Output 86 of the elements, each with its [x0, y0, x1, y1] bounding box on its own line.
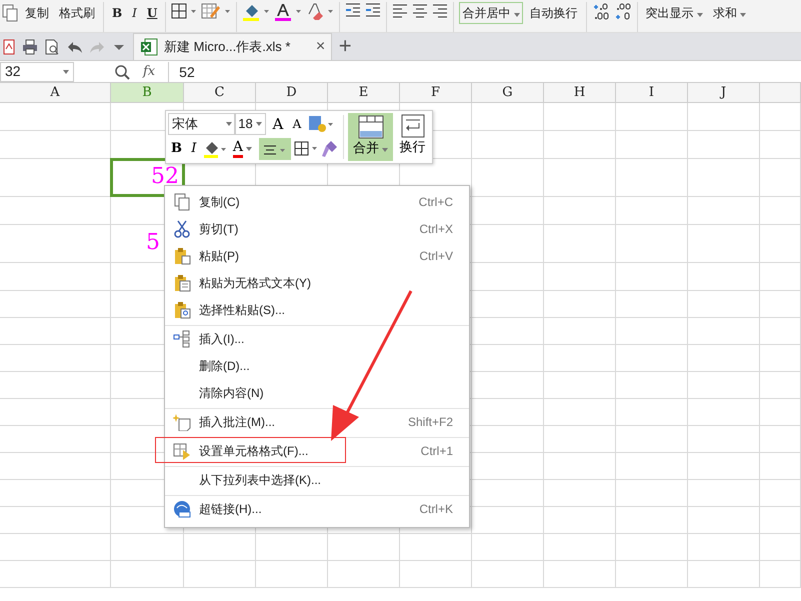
border-icon[interactable]	[171, 2, 198, 20]
shrink-font-button[interactable]: A	[290, 113, 304, 135]
scissors-icon	[173, 220, 191, 238]
column-header[interactable]: F	[400, 83, 472, 102]
print-icon[interactable]	[22, 38, 38, 54]
undo-icon[interactable]	[66, 40, 83, 54]
decrease-decimal-icon[interactable]	[614, 2, 632, 22]
italic-button[interactable]: I	[129, 2, 140, 24]
print-preview-icon[interactable]	[44, 38, 60, 54]
copy-icon	[173, 192, 191, 210]
wrap-text-icon	[400, 114, 425, 138]
increase-decimal-icon[interactable]	[592, 2, 610, 22]
decrease-indent-icon[interactable]	[345, 2, 362, 18]
clear-format-icon[interactable]	[306, 2, 334, 22]
clipboard-icon	[173, 274, 191, 292]
copy-icon[interactable]	[2, 4, 18, 22]
spreadsheet-icon	[140, 38, 158, 56]
close-button[interactable]: ×	[316, 35, 326, 59]
table-style-icon[interactable]	[201, 2, 232, 20]
column-header[interactable]: C	[184, 83, 256, 102]
highlight-button[interactable]: 突出显示	[642, 2, 706, 24]
merge-button[interactable]: 合并	[348, 113, 394, 161]
fill-color-icon[interactable]	[242, 2, 270, 22]
zoom-icon[interactable]	[114, 64, 130, 80]
menu-item[interactable]: 从下拉列表中选择(K)...	[165, 466, 469, 493]
copy-button[interactable]: 复制	[22, 2, 52, 24]
grow-font-button[interactable]: A	[270, 113, 286, 135]
tab-title: 新建 Micro...作表.xls *	[164, 38, 290, 56]
shortcut-label: Ctrl+X	[419, 220, 453, 238]
italic-button[interactable]: I	[188, 138, 200, 160]
menu-item[interactable]: 选择性粘贴(S)...	[165, 296, 469, 323]
column-header[interactable]: E	[328, 83, 400, 102]
cell-style-icon[interactable]	[308, 115, 334, 133]
document-tab[interactable]: 新建 Micro...作表.xls * ×	[133, 33, 332, 60]
underline-button[interactable]: U	[144, 2, 160, 24]
cell-format-icon	[173, 442, 191, 460]
menu-item[interactable]: 超链接(H)... Ctrl+K	[165, 495, 469, 522]
merge-center-button[interactable]: 合并居中	[459, 2, 523, 24]
column-header[interactable]: B	[111, 83, 184, 102]
align-button[interactable]	[258, 138, 291, 160]
clipboard-icon	[173, 300, 191, 318]
align-center-icon[interactable]	[412, 2, 428, 18]
shortcut-label: Ctrl+1	[420, 443, 453, 460]
sum-button[interactable]: 求和	[710, 2, 750, 24]
cell-value: 5	[146, 230, 160, 255]
column-header[interactable]: I	[616, 83, 688, 102]
function-button[interactable]: fx	[143, 62, 156, 82]
menu-item[interactable]: 清除内容(N)	[165, 379, 469, 406]
name-box[interactable]: 32	[0, 62, 74, 82]
size-select[interactable]: 18	[234, 113, 266, 135]
clipboard-icon	[173, 246, 191, 264]
merge-cells-icon	[358, 115, 384, 139]
column-header[interactable]: H	[544, 83, 616, 102]
font-color-button[interactable]: A	[230, 139, 256, 160]
format-painter-button[interactable]: 格式刷	[56, 2, 98, 24]
menu-item[interactable]: 设置单元格格式(F)... Ctrl+1	[165, 437, 469, 464]
column-header[interactable]: J	[688, 83, 760, 102]
pdf-icon[interactable]	[3, 38, 16, 54]
shortcut-label: Shift+F2	[408, 414, 453, 431]
increase-indent-icon[interactable]	[365, 2, 382, 18]
cell-value: 52	[151, 164, 179, 189]
fill-color-icon[interactable]	[202, 139, 227, 160]
format-painter-icon[interactable]	[321, 140, 340, 158]
wrap-button[interactable]: 换行	[396, 113, 429, 161]
new-tab-button[interactable]: +	[332, 33, 358, 60]
formula-field[interactable]: 52	[168, 62, 801, 82]
column-header[interactable]: D	[256, 83, 328, 102]
align-left-icon[interactable]	[392, 2, 408, 18]
shortcut-label: Ctrl+C	[418, 194, 453, 210]
bold-button[interactable]: B	[168, 138, 185, 160]
bold-button[interactable]: B	[109, 2, 126, 24]
menu-item[interactable]: 插入(I)...	[165, 325, 469, 352]
menu-item[interactable]: 删除(D)...	[165, 352, 469, 379]
font-select[interactable]: 宋体	[168, 113, 236, 135]
insert-icon	[173, 330, 191, 348]
menu-item[interactable]: 粘贴为无格式文本(Y)	[165, 269, 469, 296]
globe-icon	[173, 500, 191, 518]
comment-icon	[173, 413, 191, 431]
border-icon[interactable]	[294, 141, 318, 158]
wrap-text-button[interactable]: 自动换行	[526, 2, 581, 24]
font-color-icon[interactable]	[274, 2, 302, 22]
align-right-icon[interactable]	[432, 2, 448, 18]
shortcut-label: Ctrl+K	[419, 501, 453, 518]
column-header[interactable]: G	[472, 83, 544, 102]
align-center-icon	[262, 142, 288, 157]
shortcut-label: Ctrl+V	[419, 248, 453, 264]
